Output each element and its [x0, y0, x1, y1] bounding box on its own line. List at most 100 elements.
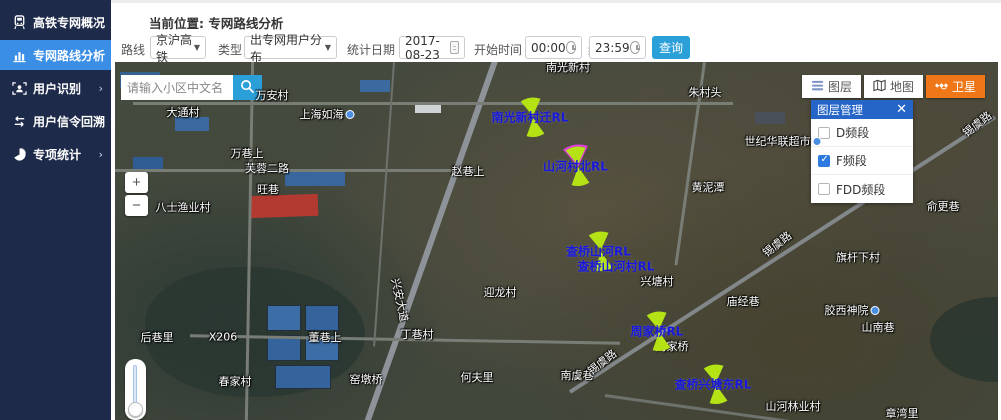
layer-panel-title: 图层管理 [817, 102, 863, 118]
search-icon [240, 79, 255, 97]
map-place-label: 八士渔业村 [156, 199, 211, 215]
satellite-icon [935, 79, 948, 95]
route-select-value: 京沪高铁 [156, 31, 194, 65]
map-place-label: 山南巷 [862, 319, 895, 335]
sidebar-item-signaling-trace[interactable]: 用户信令回溯 [0, 106, 111, 136]
zoom-in-button[interactable]: + [125, 172, 148, 193]
date-value: 2017-08-23 [405, 34, 450, 62]
start-time-label: 开始时间 [474, 41, 522, 58]
map-place-label: 芙蓉二路 [245, 160, 289, 176]
map-place-label: 锡虞路 [959, 108, 995, 141]
type-select-value: 出专网用户分布 [250, 31, 325, 65]
start-time-value: 00:00 [531, 41, 566, 55]
filter-bar: 路线 京沪高铁 ▼ 类型 出专网用户分布 ▼ 统计日期 2017-08-23 开… [111, 35, 1001, 63]
satellite-map[interactable]: + − 图层 地图 卫星 [115, 62, 998, 420]
map-place-label: 胶西神院 [825, 302, 880, 318]
map-place-label: 何夫里 [461, 369, 494, 385]
breadcrumb: 当前位置: 专网路线分析 [149, 13, 283, 32]
map-place-label: 后巷里 [141, 329, 174, 345]
query-button[interactable]: 查询 [652, 36, 690, 59]
layer-panel-header: 图层管理 ✕ [811, 100, 913, 119]
route-select[interactable]: 京沪高铁 ▼ [150, 36, 206, 59]
chevron-right-icon: › [99, 148, 103, 161]
map-place-label: 章湾里 [886, 405, 919, 420]
zoom-slider-handle[interactable] [128, 402, 143, 417]
sidebar-item-label: 高铁专网概况 [33, 14, 105, 31]
map-place-label: 春家村 [219, 373, 252, 389]
map-place-label: 山河林业村 [766, 398, 821, 414]
checkbox-icon[interactable] [818, 155, 830, 167]
cell-site-label: 南光新村迁RL [491, 109, 568, 126]
signal-arrows-icon [12, 114, 27, 129]
poi-icon [346, 110, 355, 119]
checkbox-icon[interactable] [818, 183, 830, 195]
calendar-icon[interactable] [450, 41, 459, 54]
pond [275, 365, 331, 389]
building [250, 194, 319, 218]
date-label: 统计日期 [347, 41, 395, 58]
map-place-label: 迎龙村 [484, 284, 517, 300]
map-mode-button[interactable]: 地图 [864, 75, 923, 98]
date-input[interactable]: 2017-08-23 [399, 36, 465, 59]
road [115, 169, 475, 172]
map-place-label: 旺巷 [257, 181, 279, 197]
layers-button-label: 图层 [828, 78, 852, 95]
layer-management-panel: 图层管理 ✕ D频段 F频段 FDD频段 [811, 100, 913, 203]
breadcrumb-label: 当前位置: [149, 16, 204, 31]
cell-search-input[interactable] [121, 75, 233, 100]
map-place-label: 南光新村 [546, 62, 590, 75]
cell-site-label: 山河村北RL [543, 158, 608, 175]
cell-site-label: 查桥山河村RL [577, 258, 654, 275]
sidebar: 高铁专网概况 专网路线分析 用户识别 › 用户信令回溯 专项统计 [0, 0, 111, 420]
satellite-mode-button[interactable]: 卫星 [926, 75, 985, 98]
layer-row-d-band[interactable]: D频段 [811, 119, 913, 147]
app-window: 高铁专网概况 专网路线分析 用户识别 › 用户信令回溯 专项统计 [0, 0, 1001, 420]
building [360, 80, 390, 92]
type-select[interactable]: 出专网用户分布 ▼ [244, 36, 337, 59]
chevron-right-icon: › [99, 82, 103, 95]
layers-icon [811, 79, 824, 95]
map-place-label: X206 [209, 331, 238, 344]
water-area [930, 297, 998, 382]
layers-button[interactable]: 图层 [802, 75, 861, 98]
layer-label: FDD频段 [836, 181, 885, 198]
clock-icon[interactable] [566, 41, 576, 54]
cell-site-label: 周家桥RL [630, 323, 683, 340]
map-place-label: 黄泥潭 [692, 179, 725, 195]
map-place-label: 庙经巷 [727, 293, 760, 309]
pie-chart-icon [12, 147, 27, 162]
sidebar-item-network-overview[interactable]: 高铁专网概况 [0, 7, 111, 37]
bar-chart-icon [12, 48, 27, 63]
map-place-label: 万巷上 [231, 145, 264, 161]
type-label: 类型 [218, 41, 242, 58]
train-icon [12, 15, 27, 30]
end-time-value: 23:59 [595, 41, 630, 55]
building [285, 170, 345, 186]
cell-site-label: 查桥兴塘东RL [674, 376, 751, 393]
layer-label: D频段 [836, 124, 869, 141]
caret-down-icon: ▼ [194, 43, 200, 52]
poi-icon [813, 137, 822, 146]
sidebar-item-user-identify[interactable]: 用户识别 › [0, 73, 111, 103]
zoom-slider[interactable] [125, 359, 146, 420]
start-time-input[interactable]: 00:00 [525, 36, 582, 59]
sidebar-item-label: 用户识别 [33, 80, 81, 97]
layer-label: F频段 [836, 152, 867, 169]
caret-down-icon: ▼ [325, 43, 331, 52]
map-place-label: 朱村头 [689, 84, 722, 100]
sidebar-item-special-stats[interactable]: 专项统计 › [0, 139, 111, 169]
top-bar: 当前位置: 专网路线分析 路线 京沪高铁 ▼ 类型 出专网用户分布 ▼ 统计日期… [111, 0, 1001, 62]
layer-row-fdd-band[interactable]: FDD频段 [811, 175, 913, 203]
map-place-label: 上海如海 [300, 106, 355, 122]
road [133, 102, 733, 105]
zoom-out-button[interactable]: − [125, 195, 148, 216]
pond [267, 305, 301, 331]
clock-icon[interactable] [630, 41, 640, 54]
close-icon[interactable]: ✕ [896, 103, 907, 116]
map-place-label: 兴塘村 [641, 273, 674, 289]
sidebar-item-route-analysis[interactable]: 专网路线分析 [0, 40, 111, 70]
poi-icon [871, 306, 880, 315]
end-time-input[interactable]: 23:59 [589, 36, 646, 59]
map-icon [873, 79, 886, 95]
layer-row-f-band[interactable]: F频段 [811, 147, 913, 175]
